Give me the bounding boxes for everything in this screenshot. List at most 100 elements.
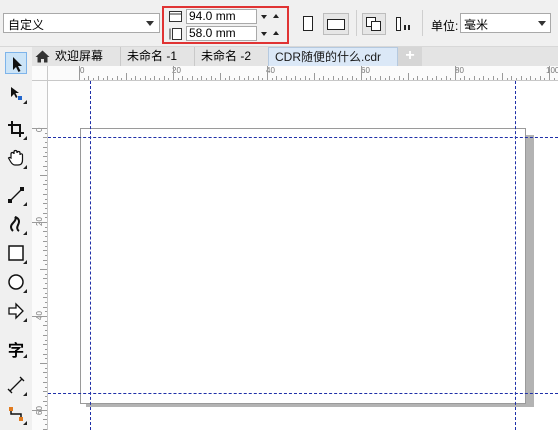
- height-increment-button[interactable]: [272, 28, 282, 40]
- ruler-tick: [252, 78, 254, 80]
- connector-tool-button[interactable]: [5, 403, 27, 425]
- ruler-tick: [32, 410, 47, 411]
- ruler-tick: [370, 76, 372, 80]
- ruler-tick: [393, 78, 395, 80]
- rectangle-tool-button[interactable]: [5, 242, 27, 264]
- flyout-corner-icon: [23, 392, 27, 396]
- flyout-corner-icon: [23, 136, 27, 140]
- ruler-tick: [469, 78, 471, 80]
- guideline-horizontal[interactable]: [48, 137, 558, 138]
- ruler-tick: [45, 348, 47, 350]
- vertical-ruler[interactable]: 0 20 40 60: [32, 81, 48, 430]
- ruler-tick: [43, 212, 47, 214]
- guideline-horizontal[interactable]: [48, 393, 558, 394]
- freehand-tool-button[interactable]: [5, 184, 27, 206]
- drawing-canvas[interactable]: [48, 81, 558, 430]
- ruler-tick: [45, 386, 47, 388]
- shape-tool-button[interactable]: [5, 82, 27, 104]
- flyout-corner-icon: [23, 260, 27, 264]
- artistic-media-button[interactable]: [5, 213, 27, 235]
- plus-icon: +: [405, 47, 415, 64]
- ruler-tick: [173, 66, 174, 80]
- ruler-tick: [43, 325, 47, 327]
- ruler-tick: [257, 76, 259, 80]
- document-page[interactable]: [80, 128, 526, 404]
- ruler-tick: [187, 78, 189, 80]
- ruler-tick: [408, 73, 409, 80]
- pick-tool-button[interactable]: [5, 52, 27, 74]
- ruler-tick: [163, 76, 165, 80]
- ruler-tick: [549, 66, 550, 80]
- current-page-button[interactable]: [393, 13, 415, 35]
- tab-untitled-1[interactable]: 未命名 -1: [120, 47, 194, 66]
- pan-tool-button[interactable]: [5, 147, 27, 169]
- ruler-tick: [299, 78, 301, 80]
- ruler-tick: [511, 76, 513, 80]
- ruler-tick: [43, 297, 47, 299]
- ruler-tick: [318, 78, 320, 80]
- guideline-vertical[interactable]: [515, 81, 516, 430]
- tab-label: CDR随便的什么.cdr: [275, 50, 382, 64]
- ruler-tick: [93, 78, 95, 80]
- ruler-tick: [440, 78, 442, 80]
- text-tool-button[interactable]: 字: [5, 336, 27, 360]
- ruler-tick: [304, 76, 306, 80]
- ruler-tick: [361, 66, 362, 80]
- ruler-tick: [497, 78, 499, 80]
- chevron-down-icon: [146, 21, 154, 26]
- ruler-tick: [45, 414, 47, 416]
- flyout-corner-icon: [23, 202, 27, 206]
- ruler-tick: [43, 419, 47, 421]
- ruler-tick: [158, 78, 160, 80]
- ruler-tick: [45, 330, 47, 332]
- ruler-tick: [337, 78, 339, 80]
- ruler-tick: [201, 76, 203, 80]
- all-pages-button[interactable]: [362, 13, 386, 35]
- ruler-tick: [45, 236, 47, 238]
- arrow-up-icon: [273, 31, 279, 35]
- tab-welcome-screen[interactable]: 欢迎屏幕: [32, 47, 120, 66]
- crop-tool-button[interactable]: [5, 118, 27, 140]
- tab-active-document[interactable]: CDR随便的什么.cdr: [268, 47, 398, 66]
- page-preset-select[interactable]: 自定义: [3, 13, 160, 33]
- ruler-tick: [295, 76, 297, 80]
- ruler-tick: [97, 76, 99, 80]
- width-decrement-button[interactable]: [260, 11, 270, 23]
- portrait-button[interactable]: [298, 13, 318, 35]
- ruler-tick: [43, 306, 47, 308]
- landscape-icon: [323, 13, 349, 35]
- ruler-tick: [130, 78, 132, 80]
- page-width-input[interactable]: 94.0 mm: [186, 9, 257, 24]
- ruler-tick: [43, 278, 47, 280]
- add-tab-button[interactable]: +: [398, 47, 422, 66]
- toolbar-separator: [356, 10, 357, 36]
- guideline-vertical[interactable]: [90, 81, 91, 430]
- dimension-tool-button[interactable]: [5, 374, 27, 396]
- units-select[interactable]: 毫米: [460, 13, 551, 33]
- page-height-row: 58.0 mm: [168, 26, 283, 42]
- ruler-tick: [45, 301, 47, 303]
- ruler-tick: [455, 66, 456, 80]
- chevron-down-icon: [538, 21, 546, 26]
- height-decrement-button[interactable]: [260, 28, 270, 40]
- basic-shapes-button[interactable]: [5, 300, 27, 322]
- units-label: 单位:: [431, 19, 459, 33]
- ruler-tick: [45, 405, 47, 407]
- page-height-input[interactable]: 58.0 mm: [186, 26, 257, 41]
- ellipse-tool-button[interactable]: [5, 271, 27, 293]
- ruler-tick: [40, 269, 47, 270]
- horizontal-ruler[interactable]: 0 20 40 60 80 100: [48, 66, 558, 81]
- ruler-tick: [530, 76, 532, 80]
- ruler-tick: [43, 250, 47, 252]
- ruler-tick: [281, 78, 283, 80]
- landscape-button[interactable]: [323, 13, 349, 35]
- ruler-origin-corner[interactable]: [32, 66, 48, 81]
- tab-untitled-2[interactable]: 未命名 -2: [194, 47, 268, 66]
- ruler-tick: [45, 142, 47, 144]
- ruler-label: 60: [361, 66, 370, 75]
- width-increment-button[interactable]: [272, 11, 282, 23]
- home-icon: [35, 50, 50, 63]
- ruler-tick: [478, 78, 480, 80]
- ruler-tick: [483, 76, 485, 80]
- ruler-tick: [314, 73, 315, 80]
